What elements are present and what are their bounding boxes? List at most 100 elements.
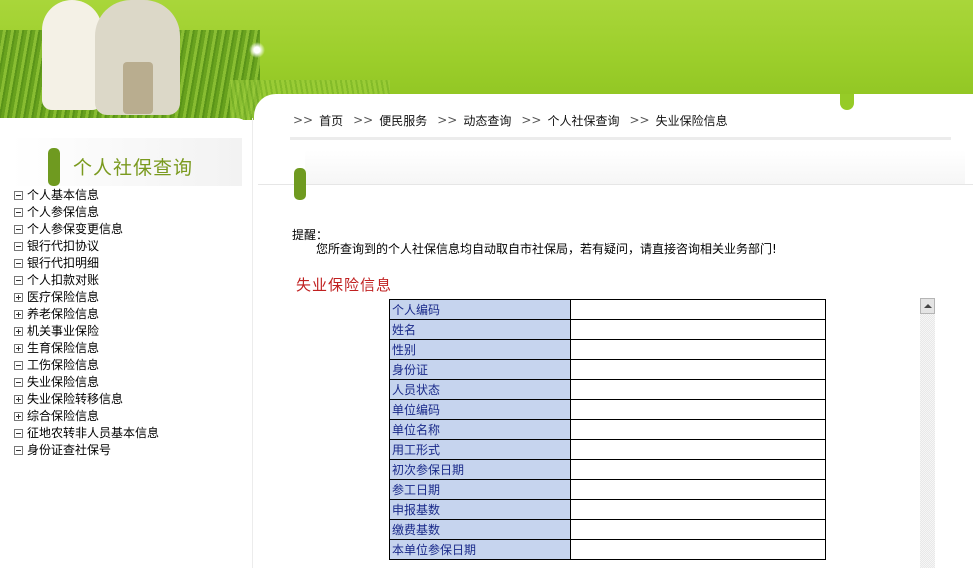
row-value	[570, 499, 826, 520]
breadcrumb-current: 失业保险信息	[655, 113, 728, 128]
sidebar-item-personal-basic[interactable]: 个人基本信息	[14, 187, 159, 204]
scroll-up-arrow-icon[interactable]	[920, 298, 935, 314]
sidebar-menu: 个人基本信息 个人参保信息 个人参保变更信息 银行代扣协议 银行代扣明细 个人扣…	[14, 187, 159, 459]
sidebar-item-label: 养老保险信息	[27, 307, 100, 321]
notice-body: 您所查询到的个人社保信息均自动取自市社保局，若有疑问，请直接咨询相关业务部门!	[316, 242, 777, 256]
row-value	[570, 459, 826, 480]
breadcrumb-separator: >>	[293, 113, 314, 127]
sidebar-item-label: 工伤保险信息	[27, 358, 100, 372]
row-value	[570, 339, 826, 360]
row-label: 身份证	[389, 359, 571, 380]
breadcrumb-personal-query-link[interactable]: 个人社保查询	[547, 112, 619, 129]
table-row: 个人编码	[389, 299, 826, 320]
sidebar-item-medical[interactable]: 医疗保险信息	[14, 289, 159, 306]
table-row: 申报基数	[389, 499, 826, 520]
sidebar-item-label: 银行代扣协议	[27, 239, 100, 253]
main-panel-notch	[840, 94, 854, 110]
sidebar-item-public-institution[interactable]: 机关事业保险	[14, 323, 159, 340]
expand-icon[interactable]	[14, 327, 23, 336]
row-label: 申报基数	[389, 499, 571, 520]
breadcrumb-home-link[interactable]: 首页	[319, 112, 343, 129]
row-value	[570, 519, 826, 540]
sidebar-accent-bar	[48, 148, 60, 186]
sidebar-item-unemployment-transfer[interactable]: 失业保险转移信息	[14, 391, 159, 408]
banner-person-left	[42, 0, 102, 110]
table-row: 初次参保日期	[389, 459, 826, 480]
sidebar-item-id-lookup[interactable]: 身份证查社保号	[14, 442, 159, 459]
sidebar-item-deduction-reconcile[interactable]: 个人扣款对账	[14, 272, 159, 289]
table-row: 本单位参保日期	[389, 539, 826, 560]
sidebar-item-land-conversion[interactable]: 征地农转非人员基本信息	[14, 425, 159, 442]
collapse-icon[interactable]	[14, 276, 23, 285]
sidebar-item-label: 个人基本信息	[27, 188, 100, 202]
collapse-icon[interactable]	[14, 378, 23, 387]
breadcrumb-separator: >>	[521, 113, 542, 127]
row-value	[570, 419, 826, 440]
table-row: 身份证	[389, 359, 826, 380]
row-label: 本单位参保日期	[389, 539, 571, 560]
sidebar-item-maternity[interactable]: 生育保险信息	[14, 340, 159, 357]
sidebar-item-personal-insured[interactable]: 个人参保信息	[14, 204, 159, 221]
sidebar-item-bank-agreement[interactable]: 银行代扣协议	[14, 238, 159, 255]
breadcrumb-separator: >>	[437, 113, 458, 127]
sidebar-item-unemployment[interactable]: 失业保险信息	[14, 374, 159, 391]
vertical-scrollbar[interactable]	[920, 298, 935, 568]
row-value	[570, 359, 826, 380]
row-label: 性别	[389, 339, 571, 360]
sidebar-item-bank-details[interactable]: 银行代扣明细	[14, 255, 159, 272]
expand-icon[interactable]	[14, 310, 23, 319]
collapse-icon[interactable]	[14, 259, 23, 268]
expand-icon[interactable]	[14, 395, 23, 404]
sidebar-item-label: 失业保险信息	[27, 375, 100, 389]
page-heading: 失业保险信息	[296, 276, 393, 294]
breadcrumb-separator: >>	[353, 113, 374, 127]
collapse-icon[interactable]	[14, 191, 23, 200]
breadcrumb-services-link[interactable]: 便民服务	[379, 112, 427, 129]
breadcrumb-dynamic-query-link[interactable]: 动态查询	[463, 112, 511, 129]
sidebar-item-comprehensive[interactable]: 综合保险信息	[14, 408, 159, 425]
sidebar-item-label: 个人参保信息	[27, 205, 100, 219]
row-label: 人员状态	[389, 379, 571, 400]
row-value	[570, 399, 826, 420]
row-value	[570, 539, 826, 560]
expand-icon[interactable]	[14, 344, 23, 353]
row-value	[570, 379, 826, 400]
row-label: 缴费基数	[389, 519, 571, 540]
row-label: 初次参保日期	[389, 459, 571, 480]
sidebar-item-label: 综合保险信息	[27, 409, 100, 423]
sidebar-item-label: 征地农转非人员基本信息	[27, 426, 160, 440]
collapse-icon[interactable]	[14, 242, 23, 251]
section-divider	[258, 184, 973, 185]
collapse-icon[interactable]	[14, 208, 23, 217]
row-label: 个人编码	[389, 299, 571, 320]
breadcrumb-separator: >>	[629, 113, 650, 127]
row-value	[570, 299, 826, 320]
collapse-icon[interactable]	[14, 446, 23, 455]
unemployment-info-table: 个人编码 姓名 性别 身份证 人员状态 单位编码 单位名称 用工形式 初次参保日…	[389, 299, 826, 560]
sidebar-item-insured-changes[interactable]: 个人参保变更信息	[14, 221, 159, 238]
collapse-icon[interactable]	[14, 429, 23, 438]
collapse-icon[interactable]	[14, 225, 23, 234]
row-value	[570, 439, 826, 460]
table-row: 参工日期	[389, 479, 826, 500]
sidebar-item-label: 机关事业保险	[27, 324, 100, 338]
row-label: 参工日期	[389, 479, 571, 500]
banner-person-right	[95, 0, 180, 115]
sidebar-title: 个人社保查询	[73, 157, 194, 179]
table-row: 单位名称	[389, 419, 826, 440]
table-row: 性别	[389, 339, 826, 360]
expand-icon[interactable]	[14, 293, 23, 302]
collapse-icon[interactable]	[14, 361, 23, 370]
row-label: 姓名	[389, 319, 571, 340]
table-row: 人员状态	[389, 379, 826, 400]
row-label: 单位编码	[389, 399, 571, 420]
expand-icon[interactable]	[14, 412, 23, 421]
sidebar-item-pension[interactable]: 养老保险信息	[14, 306, 159, 323]
sidebar-item-injury[interactable]: 工伤保险信息	[14, 357, 159, 374]
sidebar-item-label: 银行代扣明细	[27, 256, 100, 270]
row-label: 用工形式	[389, 439, 571, 460]
section-accent-bar	[294, 168, 306, 200]
table-row: 用工形式	[389, 439, 826, 460]
row-label: 单位名称	[389, 419, 571, 440]
table-row: 缴费基数	[389, 519, 826, 540]
